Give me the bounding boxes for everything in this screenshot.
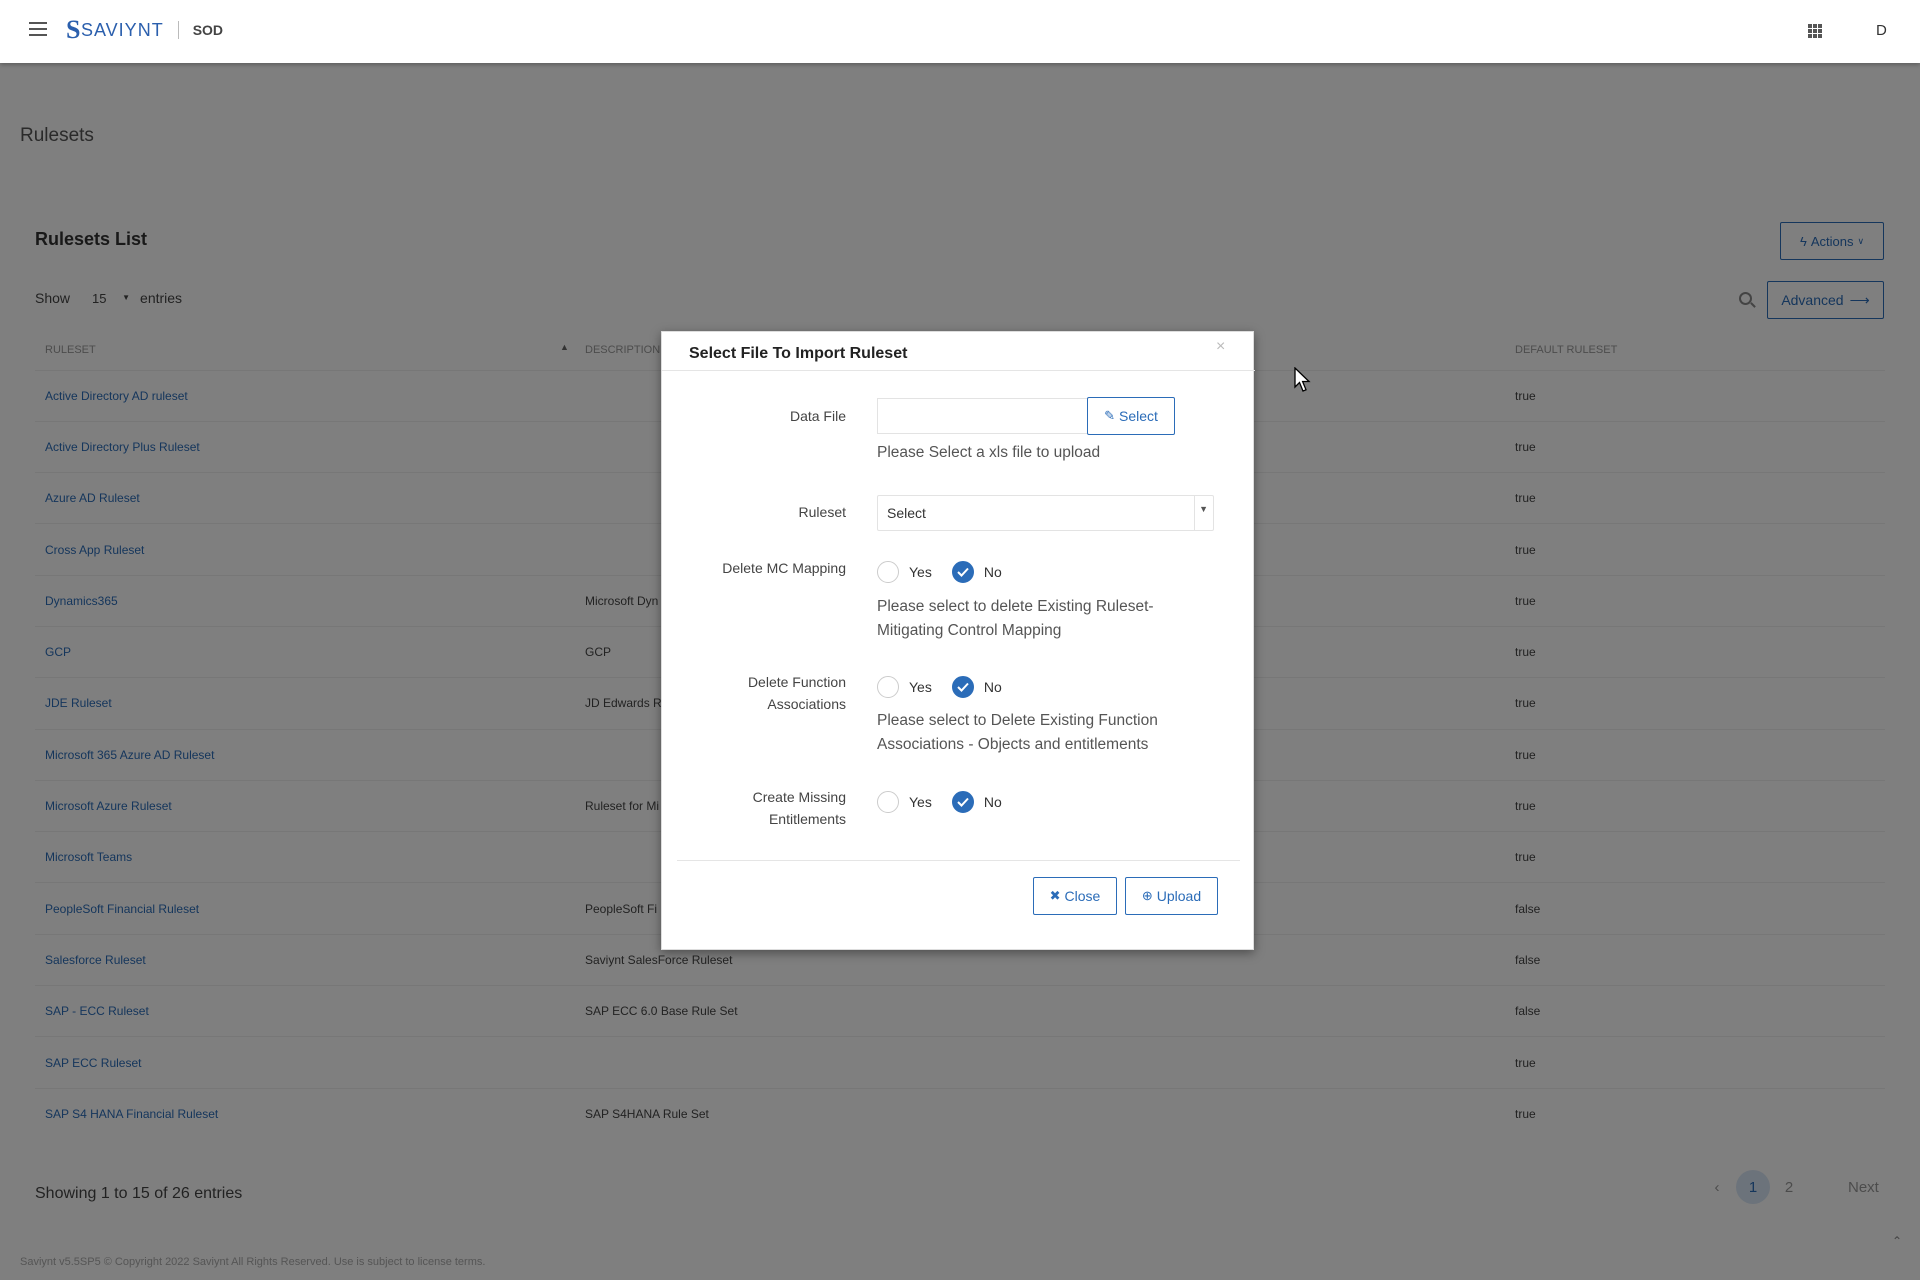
hamburger-menu-icon[interactable] — [29, 22, 47, 36]
create-missing-no-radio[interactable] — [951, 791, 974, 813]
delete-mc-help: Please select to delete Existing Ruleset… — [877, 598, 1154, 639]
create-missing-yes-radio[interactable] — [877, 791, 899, 813]
check-icon — [957, 682, 969, 692]
data-file-help: Please Select a xls file to upload — [877, 444, 1101, 461]
check-icon — [957, 797, 969, 807]
data-file-label: Data File — [789, 408, 846, 424]
delete-function-help: Please select to Delete Existing Functio… — [877, 712, 1158, 753]
apps-grid-icon[interactable] — [1808, 24, 1822, 38]
data-file-input[interactable] — [877, 398, 1089, 434]
close-button[interactable]: ✖ Close — [1033, 877, 1117, 915]
logo-divider — [177, 21, 179, 39]
modal-close-icon[interactable]: × — [1216, 338, 1225, 356]
delete-function-associations-label: Delete Function Associations — [747, 674, 846, 712]
create-missing-radio-group: Yes No — [877, 791, 1022, 813]
delete-function-no-radio[interactable] — [951, 676, 974, 698]
upload-button[interactable]: ⊕ Upload — [1125, 877, 1218, 915]
saviynt-logo[interactable]: S SAVIYNT SOD — [66, 15, 224, 44]
delete-mc-mapping-radio-group: Yes No — [877, 561, 1022, 583]
modal-header-divider — [662, 370, 1255, 371]
caret-down-icon: ▼ — [1199, 504, 1208, 514]
delete-function-yes-radio[interactable] — [877, 676, 899, 698]
delete-mc-mapping-label: Delete MC Mapping — [722, 560, 846, 576]
mouse-cursor-icon — [1294, 367, 1311, 392]
select-divider — [1194, 496, 1195, 530]
modal-title: Select File To Import Ruleset — [689, 345, 908, 362]
top-bar: S SAVIYNT SOD D — [0, 0, 1920, 63]
import-ruleset-modal: Select File To Import Ruleset × Data Fil… — [661, 331, 1255, 950]
delete-mc-yes-radio[interactable] — [877, 561, 899, 583]
select-file-button[interactable]: ✎ Select — [1087, 397, 1175, 435]
brand-name: SAVIYNT — [81, 19, 164, 40]
ruleset-select[interactable]: Select ▼ — [877, 495, 1214, 531]
delete-function-radio-group: Yes No — [877, 676, 1022, 698]
app-name: SOD — [192, 22, 224, 38]
user-avatar[interactable]: D — [1876, 22, 1887, 39]
close-icon: ✖ — [1049, 888, 1061, 903]
delete-mc-no-radio[interactable] — [951, 561, 974, 583]
create-missing-entitlements-label: Create Missing Entitlements — [752, 789, 846, 827]
ruleset-label: Ruleset — [798, 504, 846, 520]
upload-icon: ⊕ — [1141, 888, 1153, 903]
paperclip-icon: ✎ — [1104, 408, 1115, 423]
logo-mark-icon: S — [66, 15, 81, 44]
check-icon — [957, 567, 969, 577]
modal-footer-divider — [677, 860, 1240, 861]
